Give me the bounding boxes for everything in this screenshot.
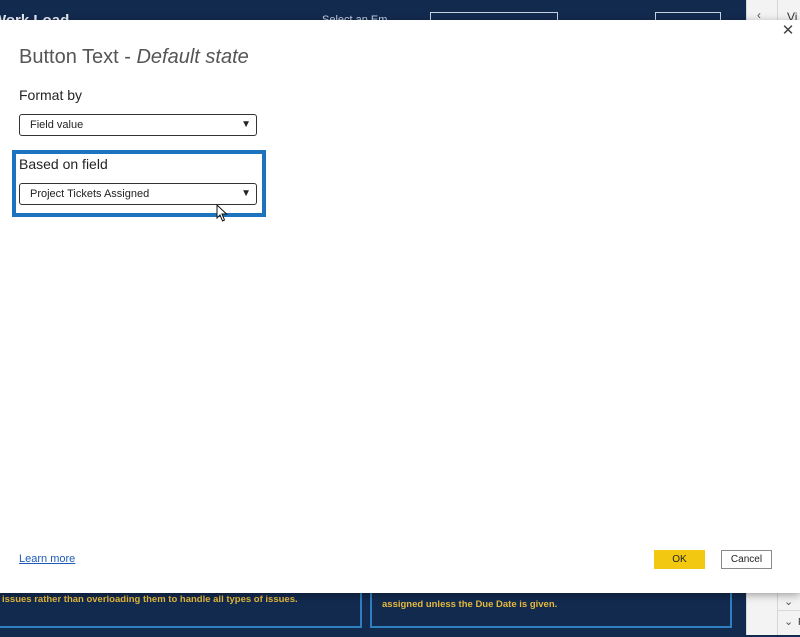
ok-button[interactable]: OK	[654, 550, 705, 569]
dialog-title: Button Text - Default state	[19, 46, 249, 69]
report-card-left-text: issues rather than overloading them to h…	[2, 594, 298, 605]
chevron-down-icon: ⌄	[784, 616, 794, 628]
mouse-pointer-icon	[216, 204, 228, 222]
pane-section-row[interactable]: ⌄ F	[778, 610, 800, 637]
chevron-down-icon: ▼	[241, 119, 251, 130]
format-by-value: Field value	[30, 119, 84, 131]
based-on-field-value: Project Tickets Assigned	[30, 188, 150, 200]
chevron-down-icon: ▼	[241, 188, 251, 199]
report-card-right-text: assigned unless the Due Date is given.	[382, 599, 558, 610]
format-by-dropdown[interactable]: Field value ▼	[19, 114, 257, 136]
dialog-title-state: Default state	[136, 46, 249, 68]
close-icon[interactable]: ✕	[780, 23, 796, 39]
based-on-field-dropdown[interactable]: Project Tickets Assigned ▼	[19, 183, 257, 205]
cancel-button[interactable]: Cancel	[721, 550, 772, 569]
chevron-down-icon: ⌄	[784, 596, 794, 608]
based-on-field-label: Based on field	[19, 156, 108, 172]
format-by-label: Format by	[19, 87, 83, 103]
dialog-title-main: Button Text -	[19, 46, 137, 68]
learn-more-link[interactable]: Learn more	[19, 553, 75, 565]
conditional-formatting-dialog: ✕ Button Text - Default state Format by …	[0, 20, 800, 593]
